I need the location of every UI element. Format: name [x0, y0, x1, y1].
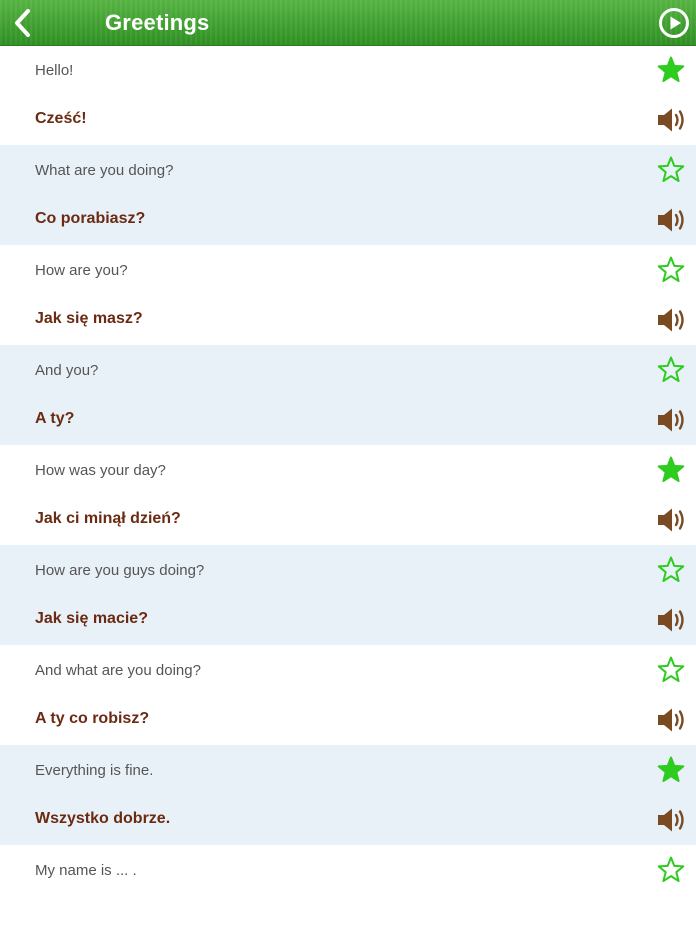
- english-phrase: And what are you doing?: [35, 662, 201, 679]
- page-title: Greetings: [105, 10, 210, 35]
- speaker-icon: [658, 808, 684, 832]
- polish-row[interactable]: Jak się masz?: [0, 295, 696, 345]
- star-outline-icon: [657, 556, 685, 582]
- favorite-button[interactable]: [656, 555, 686, 585]
- phrase-item: How was your day? Jak ci minął dzień?: [0, 445, 696, 545]
- star-outline-icon: [657, 256, 685, 282]
- english-phrase: How are you?: [35, 262, 128, 279]
- favorite-button[interactable]: [656, 355, 686, 385]
- play-audio-button[interactable]: [656, 806, 688, 834]
- speaker-icon: [658, 408, 684, 432]
- polish-phrase: Cześć!: [35, 110, 87, 127]
- english-row[interactable]: My name is ... .: [0, 845, 696, 895]
- header-bar: Greetings: [0, 0, 696, 45]
- speaker-icon: [658, 308, 684, 332]
- phrase-list: Hello! Cześć! What are you doing? Co porabi…: [0, 45, 696, 945]
- polish-phrase: Jak się masz?: [35, 310, 143, 327]
- english-phrase: And you?: [35, 362, 99, 379]
- english-phrase: How are you guys doing?: [35, 562, 205, 579]
- speaker-icon: [658, 708, 684, 732]
- chevron-left-icon: [15, 9, 30, 37]
- play-all-button[interactable]: [658, 7, 690, 39]
- english-phrase: How was your day?: [35, 462, 166, 479]
- phrase-item: What are you doing? Co porabiasz?: [0, 145, 696, 245]
- english-row[interactable]: Hello!: [0, 45, 696, 95]
- polish-row[interactable]: A ty?: [0, 395, 696, 445]
- star-filled-icon: [657, 456, 685, 482]
- english-row[interactable]: What are you doing?: [0, 145, 696, 195]
- phrase-item: And you? A ty?: [0, 345, 696, 445]
- phrase-item: Everything is fine. Wszystko dobrze.: [0, 745, 696, 845]
- speaker-icon: [658, 608, 684, 632]
- phrase-item: How are you? Jak się masz?: [0, 245, 696, 345]
- english-row[interactable]: How was your day?: [0, 445, 696, 495]
- polish-row[interactable]: Jak ci minął dzień?: [0, 495, 696, 545]
- polish-phrase: A ty co robisz?: [35, 710, 150, 727]
- english-phrase: What are you doing?: [35, 162, 174, 179]
- english-phrase: Hello!: [35, 62, 74, 79]
- english-phrase: My name is ... .: [35, 862, 137, 879]
- polish-row[interactable]: Cześć!: [0, 95, 696, 145]
- play-audio-button[interactable]: [656, 306, 688, 334]
- favorite-button[interactable]: [656, 655, 686, 685]
- favorite-button[interactable]: [656, 755, 686, 785]
- polish-phrase: Co porabiasz?: [35, 210, 146, 227]
- english-row[interactable]: Everything is fine.: [0, 745, 696, 795]
- play-audio-button[interactable]: [656, 206, 688, 234]
- play-audio-button[interactable]: [656, 506, 688, 534]
- english-row[interactable]: How are you guys doing?: [0, 545, 696, 595]
- polish-row[interactable]: Jak się macie?: [0, 595, 696, 645]
- play-audio-button[interactable]: [656, 406, 688, 434]
- polish-row[interactable]: Co porabiasz?: [0, 195, 696, 245]
- phrase-item: How are you guys doing? Jak się macie?: [0, 545, 696, 645]
- play-audio-button[interactable]: [656, 106, 688, 134]
- star-outline-icon: [657, 156, 685, 182]
- star-filled-icon: [657, 756, 685, 782]
- phrase-item: My name is ... .: [0, 845, 696, 945]
- polish-row[interactable]: A ty co robisz?: [0, 695, 696, 745]
- favorite-button[interactable]: [656, 255, 686, 285]
- favorite-button[interactable]: [656, 155, 686, 185]
- favorite-button[interactable]: [656, 55, 686, 85]
- polish-phrase: A ty?: [35, 410, 75, 427]
- speaker-icon: [658, 508, 684, 532]
- phrase-item: And what are you doing? A ty co robisz?: [0, 645, 696, 745]
- english-row[interactable]: And what are you doing?: [0, 645, 696, 695]
- polish-phrase: Jak się macie?: [35, 610, 148, 627]
- favorite-button[interactable]: [656, 455, 686, 485]
- star-outline-icon: [657, 356, 685, 382]
- polish-phrase: Wszystko dobrze.: [35, 810, 171, 827]
- english-row[interactable]: And you?: [0, 345, 696, 395]
- star-filled-icon: [657, 56, 685, 82]
- play-circle-icon: [659, 8, 689, 38]
- play-audio-button[interactable]: [656, 606, 688, 634]
- star-outline-icon: [657, 656, 685, 682]
- polish-phrase: Jak ci minął dzień?: [35, 510, 181, 527]
- polish-row[interactable]: Wszystko dobrze.: [0, 795, 696, 845]
- back-button[interactable]: [8, 6, 42, 40]
- english-row[interactable]: How are you?: [0, 245, 696, 295]
- english-phrase: Everything is fine.: [35, 762, 154, 779]
- phrase-item: Hello! Cześć!: [0, 45, 696, 145]
- star-outline-icon: [657, 856, 685, 882]
- play-audio-button[interactable]: [656, 706, 688, 734]
- speaker-icon: [658, 208, 684, 232]
- speaker-icon: [658, 108, 684, 132]
- favorite-button[interactable]: [656, 855, 686, 885]
